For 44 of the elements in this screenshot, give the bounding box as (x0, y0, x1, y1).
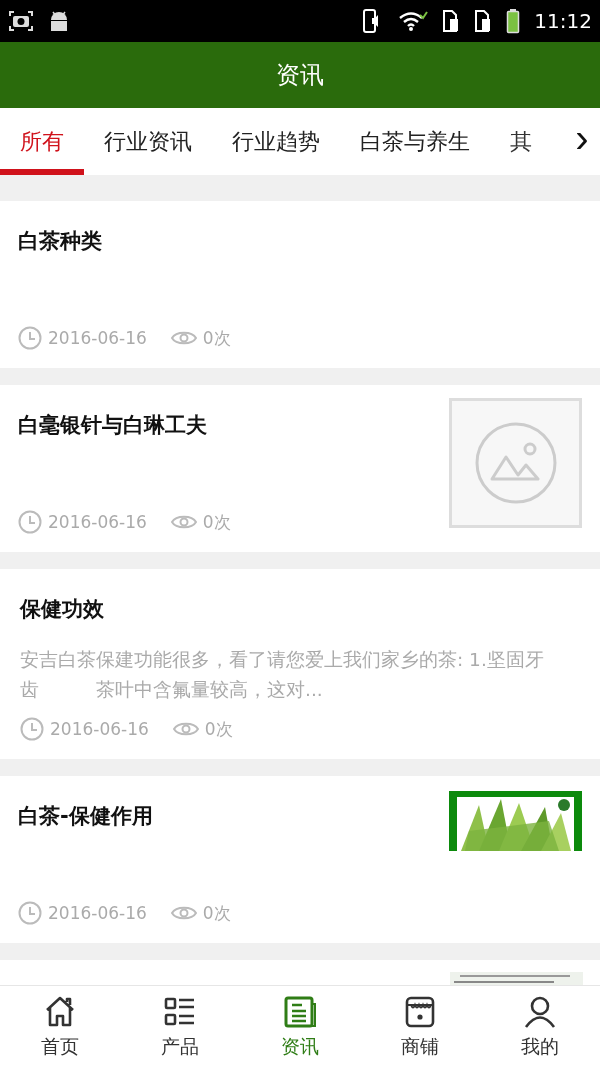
clock-icon (18, 510, 42, 534)
eye-icon (170, 513, 197, 531)
article-card[interactable]: 白茶种类 2016-06-16 0次 (0, 201, 600, 368)
eye-icon (170, 904, 197, 922)
eye-icon (170, 329, 197, 347)
clock-icon (20, 717, 44, 741)
battery-icon (506, 8, 521, 34)
image-placeholder-icon (449, 398, 582, 528)
status-time: 11:12 (534, 9, 592, 33)
article-title[interactable]: 保健功效 (20, 595, 582, 623)
category-tab[interactable]: 其 (490, 108, 532, 175)
clock-icon (18, 901, 42, 925)
clock-icon (18, 326, 42, 350)
camera-icon (8, 10, 34, 32)
nav-item[interactable]: 产品 (120, 986, 240, 1067)
article-card[interactable]: 白茶-保健作用 2016-06-16 0次 (0, 776, 600, 943)
android-icon (48, 10, 70, 32)
view-count: 0次 (202, 901, 231, 925)
article-date: 2016-06-16 (48, 903, 147, 923)
view-count: 0次 (202, 510, 231, 534)
category-tab[interactable]: 所有 (0, 108, 84, 175)
article-date: 2016-06-16 (48, 512, 147, 532)
page-title: 资讯 (276, 60, 324, 91)
eye-icon (172, 720, 199, 738)
article-summary: 安吉白茶保建功能很多，看了请您爱上我们家乡的茶: 1.坚固牙齿 茶叶中含氟量较高，这对... (20, 648, 545, 702)
article-title[interactable]: 白茶-保健作用 (18, 802, 437, 830)
nav-item[interactable]: 资讯 (240, 986, 360, 1067)
article-card[interactable]: 白毫银针与白琳工夫 2016-06-16 0次 (0, 385, 600, 552)
nav-item[interactable]: 我的 (480, 986, 600, 1067)
article-card[interactable]: 保健功效 安吉白茶保建功能很多，看了请您爱上我们家乡的茶: 1.坚固牙齿 茶叶中含氟量较高，这对... 2016-06-16 0次 (0, 569, 600, 759)
article-date: 2016-06-16 (48, 328, 147, 348)
view-count: 0次 (204, 717, 233, 741)
article-title[interactable]: 白毫银针与白琳工夫 (18, 411, 437, 439)
sim-icon (442, 9, 461, 33)
wifi-icon (398, 10, 429, 32)
category-tab[interactable]: 行业资讯 (84, 108, 212, 175)
view-count: 0次 (202, 326, 231, 350)
nav-item[interactable]: 商铺 (360, 986, 480, 1067)
article-date: 2016-06-16 (50, 719, 149, 739)
nav-item[interactable]: 首页 (0, 986, 120, 1067)
sim-icon (474, 9, 493, 33)
category-tab[interactable]: 行业趋势 (212, 108, 340, 175)
article-title[interactable]: 白茶种类 (18, 227, 582, 255)
category-tab[interactable]: 白茶与养生 (340, 108, 490, 175)
